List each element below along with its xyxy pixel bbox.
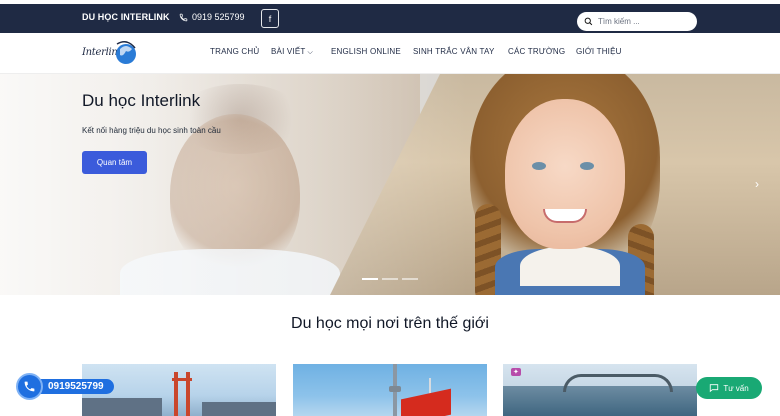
nav-menu: TRANG CHỦ BÀI VIẾT ⌵ ENGLISH ONLINE SINH … [0,47,780,59]
hero-slider: Du học Interlink Kết nối hàng triệu du h… [0,74,780,295]
hero-subtitle: Kết nối hàng triệu du học sinh toàn cầu [82,126,221,135]
nav-item-english-online[interactable]: ENGLISH ONLINE [331,47,401,56]
top-bar: DU HỌC INTERLINK 0919 525799 f [0,4,780,33]
hero-title: Du học Interlink [82,91,201,110]
nav-item-posts-label: BÀI VIẾT [271,47,306,56]
slider-dot[interactable] [402,278,418,280]
phone-circle [16,373,43,400]
facebook-icon: f [268,13,272,24]
slider-dots [362,278,418,280]
floating-phone-button[interactable]: 0919525799 [16,373,114,400]
harbour-bridge [563,374,673,392]
bridge-beam [172,378,192,381]
phone-icon [179,13,188,21]
topbar-phone[interactable]: 0919 525799 [179,12,245,22]
nav-item-about[interactable]: GIỚI THIỆU [576,47,622,56]
slider-dot[interactable] [362,278,378,280]
main-navbar: Interlink TRANG CHỦ BÀI VIẾT ⌵ ENGLISH ON… [0,33,780,74]
facebook-button[interactable]: f [261,9,279,28]
brand-name[interactable]: DU HỌC INTERLINK [82,12,170,22]
city-skyline [82,398,162,416]
destination-card-canada[interactable] [293,364,487,416]
phone-icon [24,381,35,392]
nav-item-schools[interactable]: CÁC TRƯỜNG [508,47,565,56]
chevron-right-icon[interactable]: › [755,177,759,191]
consult-label: Tư vấn [723,383,749,393]
nav-item-posts[interactable]: BÀI VIẾT ⌵ [271,47,313,57]
interest-button[interactable]: Quan tâm [82,151,147,174]
chevron-down-icon: ⌵ [307,49,314,56]
nav-item-fingerprint[interactable]: SINH TRẮC VÂN TAY [413,47,495,56]
city-skyline [202,402,276,416]
nav-item-home[interactable]: TRANG CHỦ [210,47,259,56]
canada-flag [401,388,451,416]
consult-button[interactable]: Tư vấn [696,377,762,399]
topbar-phone-number: 0919 525799 [192,12,245,22]
search-icon[interactable] [584,17,593,26]
watermark-logo: ✦ [511,368,521,376]
page: DU HỌC INTERLINK 0919 525799 f Interlink… [0,0,780,416]
search-box [577,12,697,31]
slider-dot[interactable] [382,278,398,280]
destination-card-australia[interactable]: ✦ [503,364,697,416]
chat-icon [710,384,719,393]
search-input[interactable] [598,17,688,26]
cn-tower-pod [389,386,401,392]
section-title: Du học mọi nơi trên thế giới [291,315,489,332]
